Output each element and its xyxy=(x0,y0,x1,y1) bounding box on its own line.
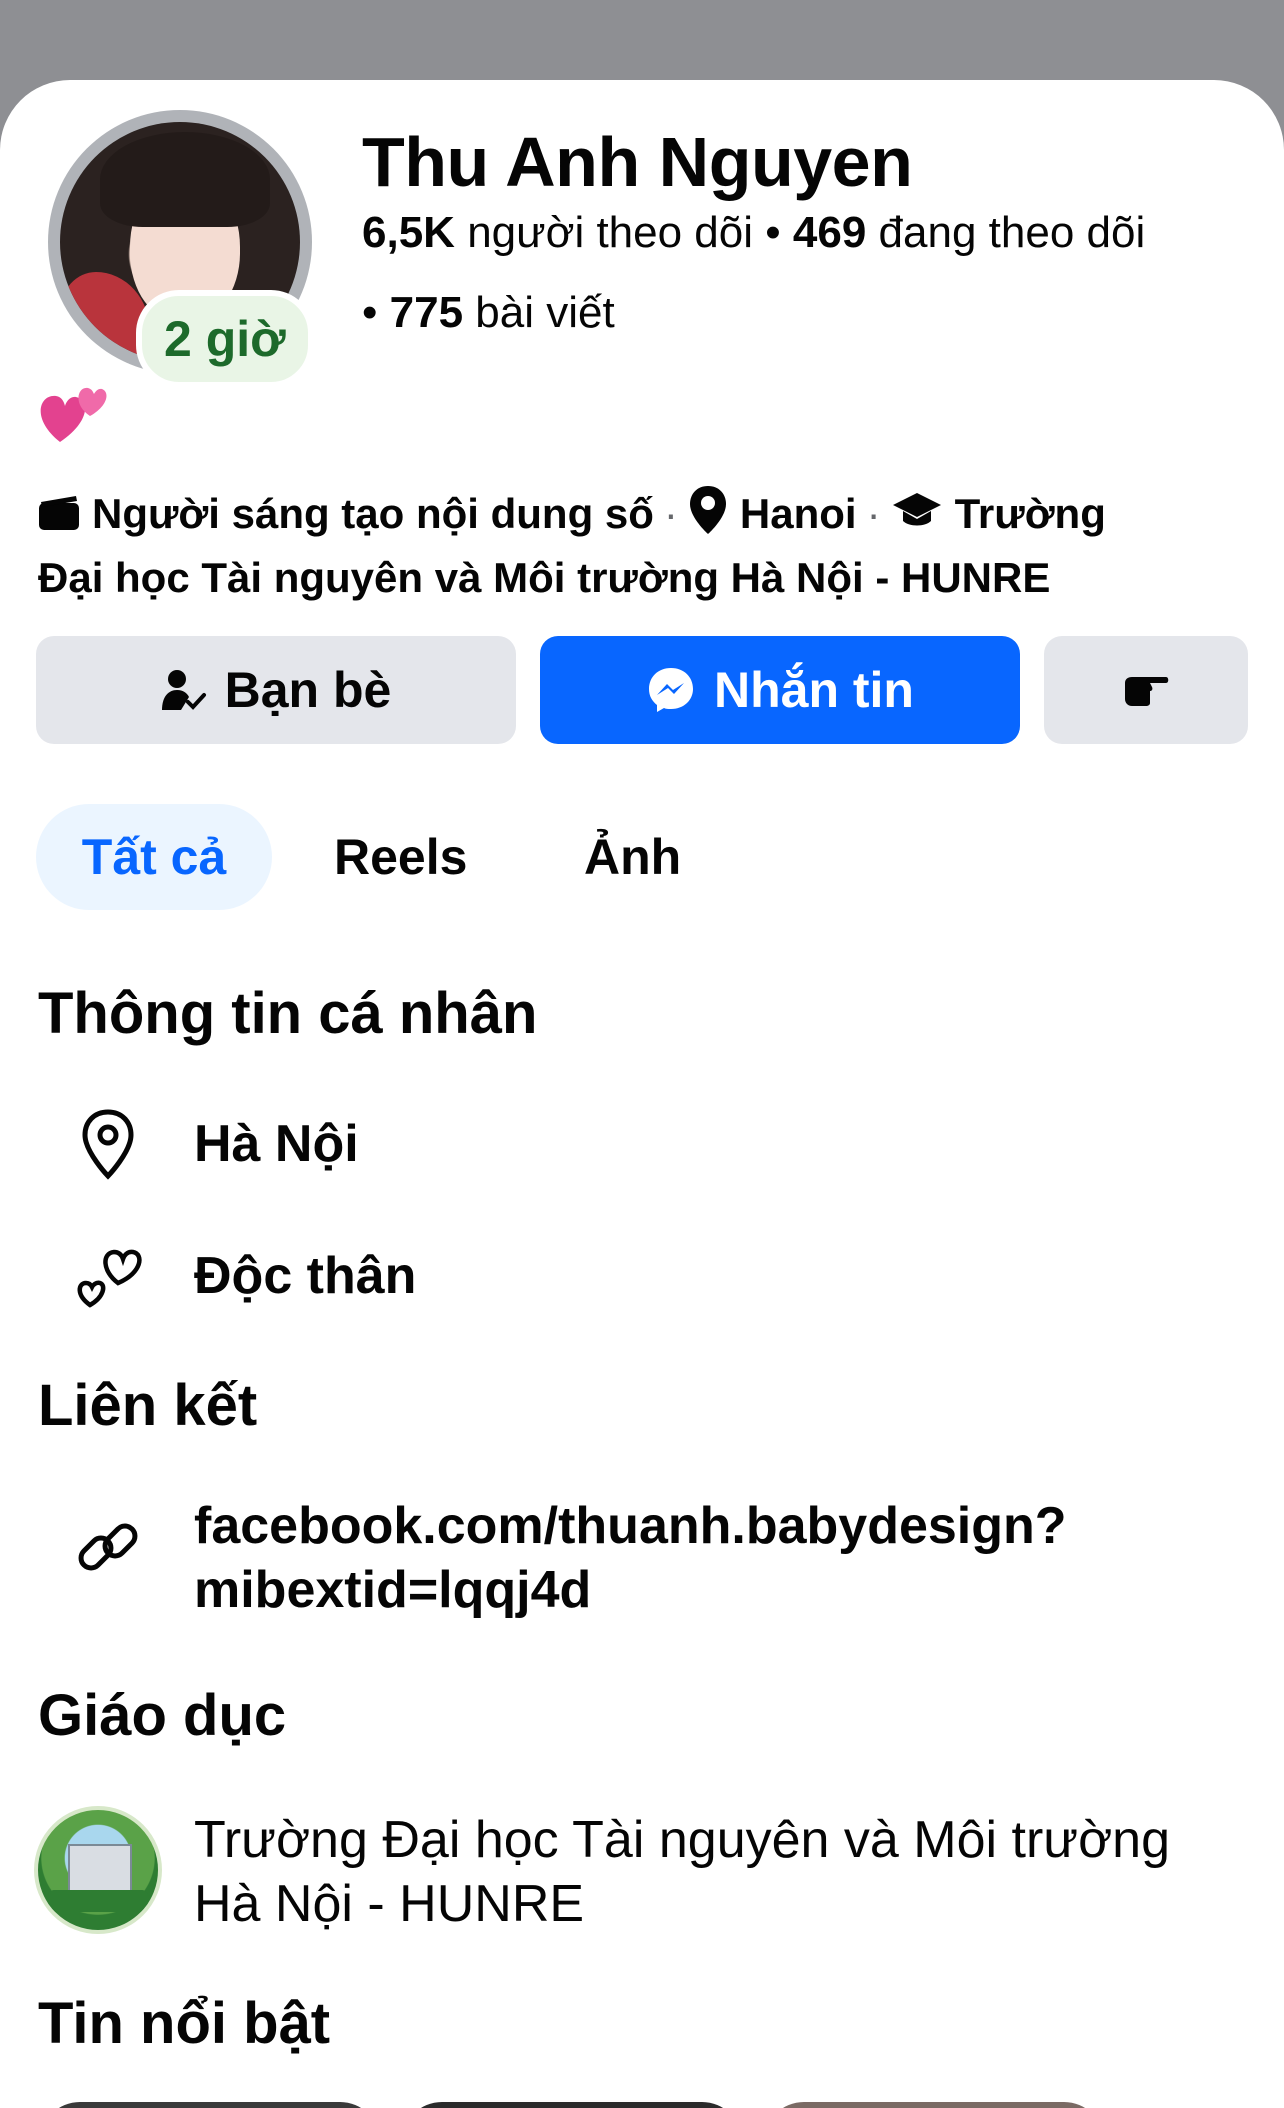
followers-stats[interactable]: 6,5K người theo dõi • 469 đang theo dõi xyxy=(362,208,1145,258)
following-count: 469 xyxy=(792,208,867,257)
profile-name: Thu Anh Nguyen xyxy=(362,123,913,201)
school-name-line1: Trường Đại học Tài nguyên và Môi trường xyxy=(194,1811,1171,1869)
relationship-label: Độc thân xyxy=(194,1247,417,1305)
hearts-outline-icon xyxy=(58,1226,158,1326)
message-label: Nhắn tin xyxy=(714,662,914,718)
tab-reels[interactable]: Reels xyxy=(334,804,467,910)
messenger-icon xyxy=(646,665,696,715)
school-name[interactable]: Trường Đại học Tài nguyên và Môi trường … xyxy=(194,1808,1170,1936)
link-icon xyxy=(58,1498,158,1598)
followers-count: 6,5K xyxy=(362,208,455,257)
school-label-part1[interactable]: Trường xyxy=(955,490,1106,537)
city-label: Hà Nội xyxy=(194,1115,359,1173)
profile-sheet: 2 giờ Thu Anh Nguyen 6,5K người theo dõi… xyxy=(0,80,1284,2108)
posts-count: 775 xyxy=(389,288,464,337)
featured-story-3[interactable] xyxy=(764,2102,1104,2108)
featured-story-1[interactable] xyxy=(40,2102,380,2108)
graduation-cap-icon xyxy=(891,489,943,545)
detail-separator: · xyxy=(663,490,678,538)
detail-separator: · xyxy=(866,490,881,538)
more-options-button[interactable] xyxy=(1044,636,1248,744)
school-name-line2: Hà Nội - HUNRE xyxy=(194,1875,585,1933)
following-label: đang theo dõi xyxy=(878,208,1146,257)
creator-label: Người sáng tạo nội dung số xyxy=(92,490,654,538)
link-url-line2: mibextid=lqqj4d xyxy=(194,1561,592,1619)
avatar-hair xyxy=(100,132,270,227)
posts-stats: • 775 bài viết xyxy=(362,288,615,338)
story-time-badge[interactable]: 2 giờ xyxy=(136,290,314,388)
stats-separator: • xyxy=(362,288,378,337)
link-url-line1: facebook.com/thuanh.babydesign? xyxy=(194,1497,1067,1555)
featured-story-2[interactable] xyxy=(402,2102,742,2108)
location-label[interactable]: Hanoi xyxy=(740,490,857,537)
followers-label: người theo dõi xyxy=(467,208,754,257)
school-logo-banner xyxy=(48,1890,148,1912)
featured-title: Tin nổi bật xyxy=(38,1991,331,2056)
friends-label: Bạn bè xyxy=(224,662,392,718)
tab-all[interactable]: Tất cả xyxy=(36,804,272,910)
friends-button[interactable]: Bạn bè xyxy=(36,636,516,744)
school-label-part2[interactable]: Đại học Tài nguyên và Môi trường Hà Nội … xyxy=(38,554,1050,601)
posts-label: bài viết xyxy=(475,288,615,337)
clapperboard-icon xyxy=(38,489,80,545)
location-outline-icon xyxy=(58,1094,158,1194)
profile-details: Người sáng tạo nội dung số · Hanoi · Trườn… xyxy=(38,484,1248,606)
message-button[interactable]: Nhắn tin xyxy=(540,636,1020,744)
school-logo-building xyxy=(68,1844,132,1892)
links-title: Liên kết xyxy=(38,1373,258,1438)
location-pin-icon xyxy=(688,484,728,550)
profile-link[interactable]: facebook.com/thuanh.babydesign? mibextid… xyxy=(194,1494,1067,1622)
stats-separator: • xyxy=(765,208,781,257)
personal-info-title: Thông tin cá nhân xyxy=(38,981,538,1046)
friend-check-icon xyxy=(161,668,207,712)
two-hearts-icon xyxy=(40,387,107,442)
education-title: Giáo dục xyxy=(38,1683,287,1748)
school-logo xyxy=(34,1806,162,1934)
tab-photos[interactable]: Ảnh xyxy=(584,804,681,910)
hand-pointing-icon xyxy=(1122,661,1170,719)
